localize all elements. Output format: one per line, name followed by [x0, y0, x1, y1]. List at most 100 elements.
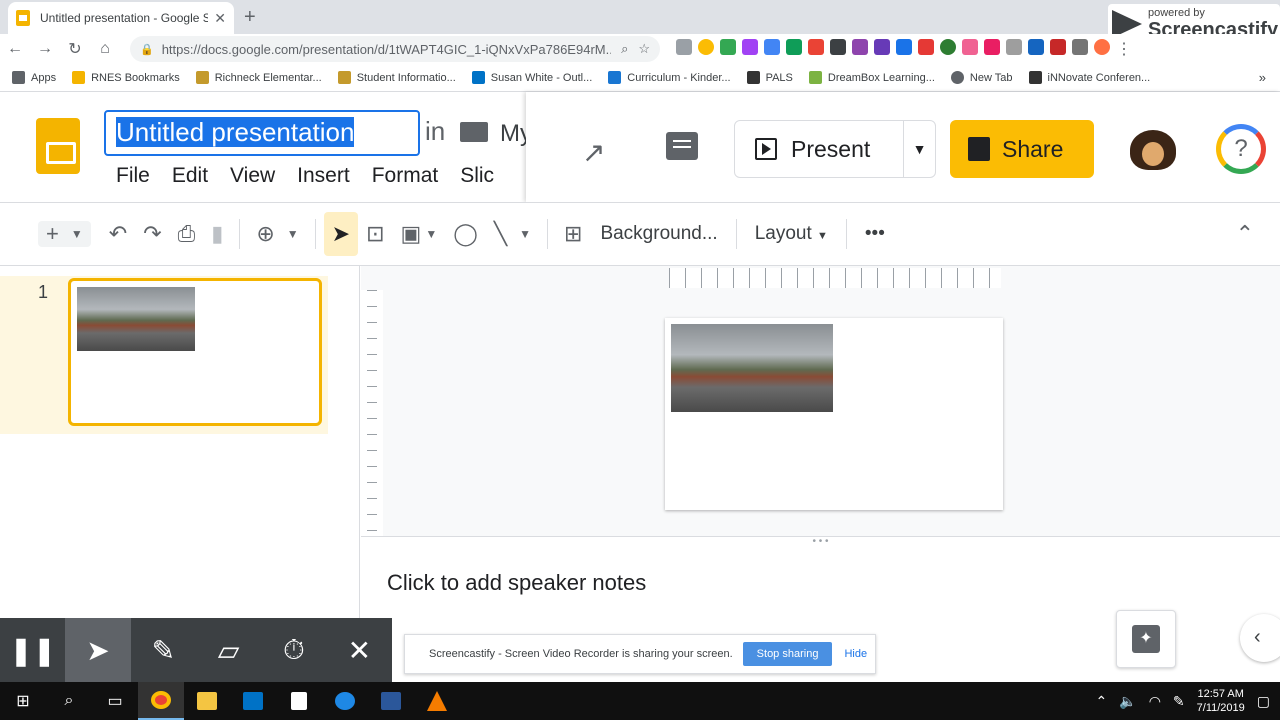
text-box-icon[interactable]: ⊡ [358, 221, 392, 247]
extension-icon[interactable] [1028, 39, 1044, 55]
bookmark-item[interactable]: PALS [746, 71, 793, 84]
extension-icon[interactable] [874, 39, 890, 55]
share-button[interactable]: Share [950, 120, 1094, 178]
bookmark-item[interactable]: Richneck Elementar... [195, 71, 322, 84]
new-slide-button[interactable]: + ▼ [38, 221, 91, 247]
task-view-icon[interactable]: ▭ [92, 682, 138, 720]
outlook-icon[interactable] [230, 682, 276, 720]
menu-kebab-icon[interactable]: ⋮ [1116, 39, 1132, 59]
extension-icon[interactable] [918, 39, 934, 55]
close-icon[interactable]: ✕ [327, 618, 392, 682]
zoom-icon[interactable]: ⌕ [621, 41, 628, 57]
present-button[interactable]: Present ▼ [734, 120, 936, 178]
wifi-icon[interactable]: ◠ [1149, 693, 1161, 710]
bookmark-item[interactable]: Curriculum - Kinder... [608, 71, 731, 84]
redo-icon[interactable]: ↷ [135, 221, 169, 247]
extension-icon[interactable] [786, 39, 802, 55]
present-dropdown-icon[interactable]: ▼ [903, 121, 935, 177]
pause-icon[interactable]: ❚❚ [0, 618, 65, 682]
zoom-icon[interactable]: ⊕ ▼ [248, 221, 306, 247]
search-icon[interactable]: ⌕ [46, 682, 92, 720]
pen-icon[interactable]: ✎ [131, 618, 196, 682]
forward-icon[interactable]: → [30, 40, 60, 58]
presentation-title-input[interactable]: Untitled presentation [104, 110, 420, 156]
address-bar[interactable]: 🔒 https://docs.google.com/presentation/d… [130, 36, 660, 62]
more-options-button[interactable]: ••• [855, 223, 895, 245]
vlc-icon[interactable] [414, 682, 460, 720]
print-icon[interactable]: ⎙ [170, 221, 204, 247]
hide-link[interactable]: Hide [844, 648, 867, 660]
slide-thumbnail[interactable] [68, 278, 322, 426]
timer-icon[interactable]: ⏱ [261, 618, 326, 682]
volume-icon[interactable]: 🔈 [1119, 693, 1136, 710]
extension-icon[interactable] [896, 39, 912, 55]
notifications-icon[interactable]: ▢ [1257, 693, 1270, 710]
speaker-notes[interactable]: Click to add speaker notes [387, 570, 646, 596]
vertical-ruler[interactable] [361, 290, 383, 536]
slide-canvas[interactable] [665, 318, 1003, 510]
explore-button[interactable]: ✦ [1116, 610, 1176, 668]
bookmark-item[interactable]: New Tab [950, 71, 1013, 84]
word-icon[interactable] [368, 682, 414, 720]
chevron-down-icon[interactable]: ▼ [71, 227, 83, 241]
menu-file[interactable]: File [116, 164, 150, 188]
eraser-icon[interactable]: ▱ [196, 618, 261, 682]
browser-tab[interactable]: Untitled presentation - Google Sl ✕ [8, 2, 234, 34]
menu-insert[interactable]: Insert [297, 164, 350, 188]
clock[interactable]: 12:57 AM 7/11/2019 [1197, 687, 1245, 715]
extension-icon[interactable] [1050, 39, 1066, 55]
menu-edit[interactable]: Edit [172, 164, 208, 188]
add-comment-icon[interactable]: ⊞ [556, 221, 590, 247]
bookmark-item[interactable]: Susan White - Outl... [471, 71, 592, 84]
select-cursor-icon[interactable]: ➤ [323, 212, 359, 256]
line-icon[interactable]: ╲ ▼ [486, 221, 539, 247]
layout-button[interactable]: Layout ▼ [745, 223, 838, 245]
extension-icon[interactable] [676, 39, 692, 55]
new-tab-icon[interactable]: + [244, 6, 256, 29]
avatar[interactable] [1130, 130, 1176, 170]
extension-icon[interactable] [852, 39, 868, 55]
file-explorer-icon[interactable] [184, 682, 230, 720]
slides-logo-icon[interactable] [36, 118, 80, 174]
bookmark-item[interactable]: iNNovate Conferen... [1028, 71, 1150, 84]
bookmark-apps[interactable]: Apps [12, 71, 56, 84]
notes-resize-handle[interactable]: • • • [361, 536, 1280, 550]
shape-icon[interactable]: ◯ [445, 221, 486, 247]
extension-icon[interactable] [698, 39, 714, 55]
profile-icon[interactable] [1094, 39, 1110, 55]
side-panel-toggle-icon[interactable]: ‹ [1240, 614, 1280, 662]
activity-dashboard-icon[interactable]: ↗ [582, 136, 605, 169]
pen-tray-icon[interactable]: ✎ [1173, 693, 1185, 710]
cursor-tool-icon[interactable]: ➤ [65, 618, 131, 682]
extension-icon[interactable] [808, 39, 824, 55]
menu-view[interactable]: View [230, 164, 275, 188]
extension-icon[interactable] [1006, 39, 1022, 55]
chevron-down-icon[interactable]: ▼ [425, 227, 437, 241]
comment-history-icon[interactable] [666, 132, 698, 160]
collapse-toolbar-icon[interactable]: ⌃ [1228, 221, 1262, 247]
extension-icon[interactable] [742, 39, 758, 55]
bookmark-item[interactable]: Student Informatio... [337, 71, 456, 84]
bookmark-item[interactable]: DreamBox Learning... [808, 71, 935, 84]
menu-slide[interactable]: Slic [460, 164, 494, 188]
image-icon[interactable]: ▣ ▼ [393, 221, 446, 247]
extension-icon[interactable] [764, 39, 780, 55]
stop-sharing-button[interactable]: Stop sharing [742, 642, 833, 666]
extension-icon[interactable] [962, 39, 978, 55]
background-button[interactable]: Background... [590, 223, 727, 245]
edge-icon[interactable] [322, 682, 368, 720]
paint-format-icon[interactable]: ▮ [203, 221, 231, 247]
chevron-down-icon[interactable]: ▼ [287, 227, 299, 241]
drive-icon[interactable] [720, 39, 736, 55]
close-tab-icon[interactable]: ✕ [214, 10, 226, 27]
chrome-icon[interactable] [138, 682, 184, 720]
slide-photo[interactable] [671, 324, 833, 412]
horizontal-ruler[interactable] [669, 268, 1001, 288]
extension-icon[interactable] [940, 39, 956, 55]
help-icon[interactable]: ? [1216, 124, 1266, 174]
extension-icon[interactable] [1072, 39, 1088, 55]
extension-icon[interactable] [984, 39, 1000, 55]
back-icon[interactable]: ← [0, 40, 30, 58]
bookmark-star-icon[interactable]: ☆ [638, 41, 650, 57]
tray-chevron-icon[interactable]: ⌃ [1096, 693, 1108, 710]
